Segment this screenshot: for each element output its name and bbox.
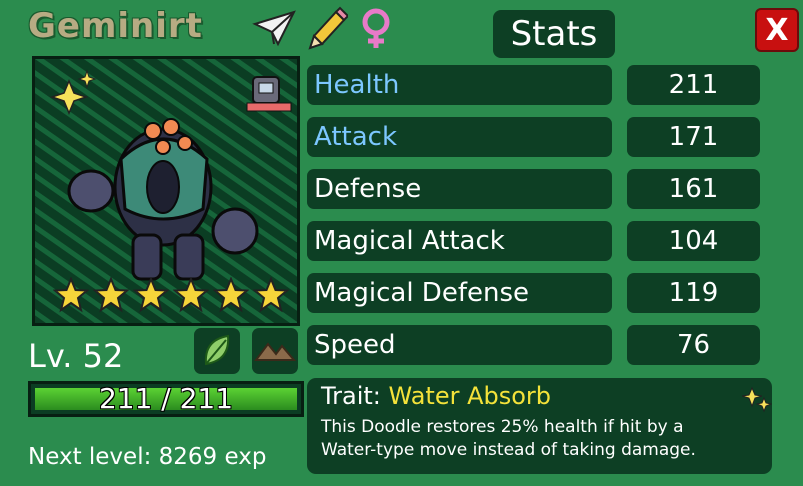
stat-value-magical-attack: 104: [668, 226, 719, 256]
sparkle-stars-icon: [741, 386, 773, 416]
star-rating: [53, 277, 289, 315]
level-label: Lv. 52: [28, 337, 124, 375]
star-icon: [53, 277, 89, 313]
stat-value-speed: 76: [676, 330, 711, 360]
mountain-icon[interactable]: [252, 328, 298, 374]
stat-value-attack: 171: [668, 122, 719, 152]
paper-plane-icon[interactable]: [252, 6, 296, 50]
stat-label-health: Health: [314, 70, 400, 100]
stat-value-magical-defense: 119: [668, 278, 719, 308]
trait-description: This Doodle restores 25% health if hit b…: [321, 417, 696, 460]
next-level-text: Next level: 8269 exp: [28, 444, 267, 470]
stat-value-defense: 161: [668, 174, 719, 204]
stats-screen: Geminirt Stats X Health 211 Attack 171 D…: [0, 0, 803, 486]
close-button[interactable]: X: [755, 8, 799, 52]
stat-label-magical-attack: Magical Attack: [314, 226, 505, 256]
health-text: 211 / 211: [98, 382, 234, 415]
star-icon: [253, 277, 289, 313]
pencil-icon[interactable]: [304, 6, 350, 50]
stat-label-speed: Speed: [314, 330, 396, 360]
stat-label-attack: Attack: [314, 122, 398, 152]
star-icon: [213, 277, 249, 313]
star-icon: [133, 277, 169, 313]
health-bar: 211 / 211: [28, 381, 304, 417]
stats-title: Stats: [493, 10, 615, 58]
doodle-name: Geminirt: [28, 6, 203, 46]
stat-value-health: 211: [668, 70, 719, 100]
star-icon: [173, 277, 209, 313]
doodle-portrait: [32, 56, 300, 326]
female-icon: [354, 6, 398, 50]
trait-name: Water Absorb: [388, 382, 552, 410]
stat-label-magical-defense: Magical Defense: [314, 278, 529, 308]
trait-heading: Trait: Water Absorb: [321, 382, 551, 410]
trait-prefix: Trait:: [321, 382, 381, 410]
stat-label-defense: Defense: [314, 174, 422, 204]
leaf-icon[interactable]: [194, 328, 240, 374]
star-icon: [93, 277, 129, 313]
